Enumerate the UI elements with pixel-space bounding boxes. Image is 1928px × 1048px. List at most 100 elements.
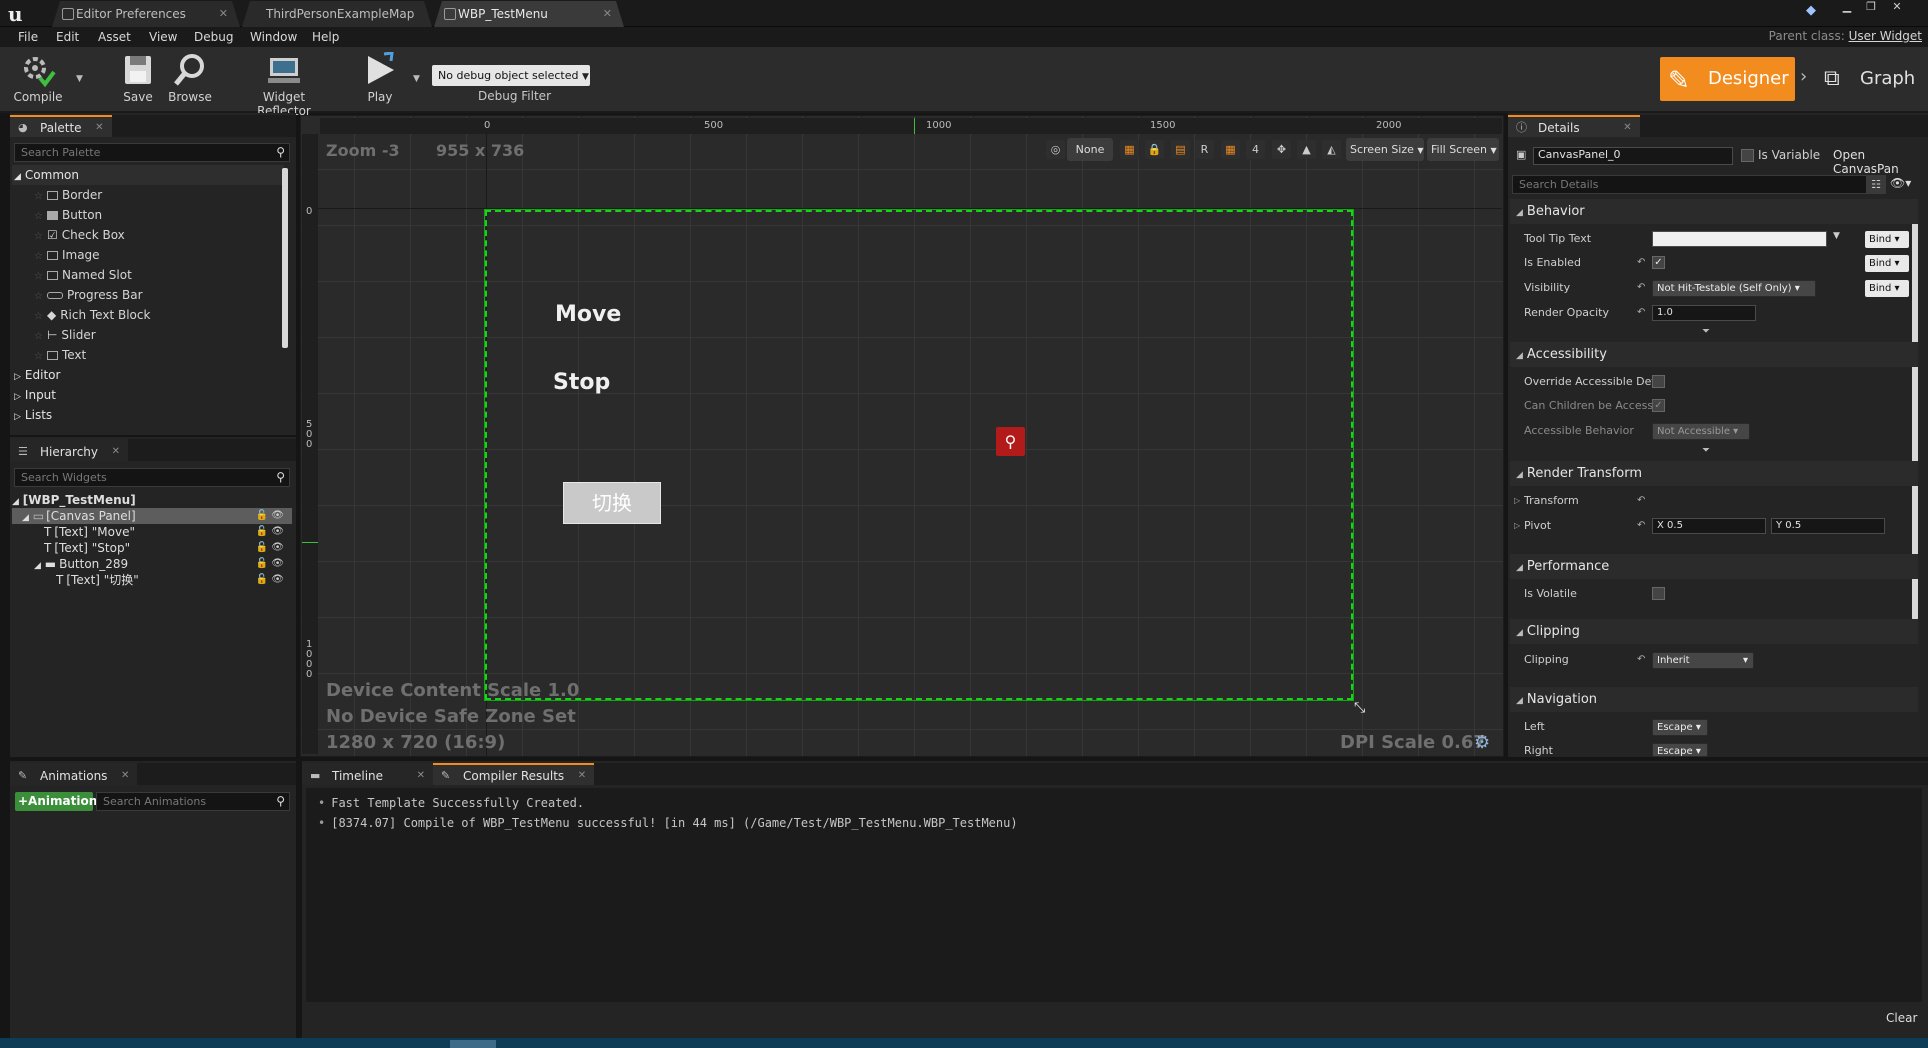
star-icon[interactable]: ☆ <box>34 271 43 282</box>
pivot-y-input[interactable]: Y 0.5 <box>1771 518 1885 534</box>
browse-button[interactable]: Browse <box>160 50 220 108</box>
star-icon[interactable]: ☆ <box>34 291 43 302</box>
maximize-button[interactable]: ❐ <box>1860 0 1882 14</box>
is-volatile-checkbox[interactable] <box>1652 587 1665 600</box>
clear-log-button[interactable]: Clear <box>1886 1011 1917 1025</box>
palette-item-rich-text[interactable]: ☆ ◆ Rich Text Block <box>34 305 150 325</box>
property-matrix-icon[interactable]: ☷ <box>1866 175 1886 194</box>
snap-icon[interactable]: ▦ <box>1120 140 1139 159</box>
taskbar-item[interactable] <box>450 1040 496 1048</box>
visibility-bind-button[interactable]: Bind ▾ <box>1865 280 1909 297</box>
nav-right-dropdown[interactable]: Escape ▾ <box>1652 743 1708 757</box>
close-window-button[interactable]: ✕ <box>1886 0 1908 14</box>
palette-item-checkbox[interactable]: ☆ ☑ Check Box <box>34 225 125 245</box>
layout-icon[interactable]: ▤ <box>1171 140 1190 159</box>
is-enabled-checkbox[interactable]: ✓ <box>1652 256 1665 269</box>
section-accessibility[interactable]: ◢ Accessibility <box>1510 342 1918 367</box>
fill-screen-dropdown[interactable]: Fill Screen ▼ <box>1427 138 1499 161</box>
close-icon[interactable]: ✕ <box>219 1 228 27</box>
palette-category-common[interactable]: ◢ Common <box>12 165 284 185</box>
tool-tip-bind-button[interactable]: Bind ▾ <box>1865 231 1909 248</box>
save-button[interactable]: Save <box>108 50 168 108</box>
expand-advanced-icon[interactable]: ⏷ <box>1702 326 1710 337</box>
palette-scrollbar[interactable] <box>282 168 288 348</box>
tab-animations[interactable]: ✎ Animations ✕ <box>10 763 138 787</box>
star-icon[interactable]: ☆ <box>34 331 43 342</box>
menu-file[interactable]: File <box>18 27 38 47</box>
menu-window[interactable]: Window <box>250 27 297 47</box>
play-options-dropdown[interactable]: ▼ <box>413 74 420 84</box>
palette-item-border[interactable]: ☆ Border <box>34 185 102 205</box>
dpi-settings-gear-icon[interactable]: ⚙ <box>1474 732 1490 753</box>
nav-left-dropdown[interactable]: Escape ▾ <box>1652 719 1708 736</box>
palette-item-button[interactable]: ☆ Button <box>34 205 102 225</box>
is-variable-checkbox[interactable] <box>1741 149 1754 162</box>
section-performance[interactable]: ◢ Performance <box>1510 554 1918 579</box>
notification-icon[interactable]: ◆ <box>1806 3 1816 18</box>
screen-size-dropdown[interactable]: Screen Size ▼ <box>1346 138 1424 161</box>
star-icon[interactable]: ☆ <box>34 231 43 242</box>
image-preview-icon[interactable]: ▲ <box>1297 140 1316 159</box>
debug-object-select[interactable]: No debug object selected ▼ <box>432 65 590 86</box>
pivot-x-input[interactable]: X 0.5 <box>1652 518 1766 534</box>
section-behavior[interactable]: ◢ Behavior <box>1510 199 1918 224</box>
render-opacity-input[interactable]: 1.0 <box>1652 305 1756 321</box>
palette-item-text[interactable]: ☆ Text <box>34 345 86 365</box>
hierarchy-row-canvas-panel[interactable]: ◢ ▭ [Canvas Panel] 🔓 👁 <box>12 508 292 524</box>
menu-help[interactable]: Help <box>312 27 339 47</box>
tab-hierarchy[interactable]: ☰ Hierarchy ✕ <box>10 439 129 463</box>
star-icon[interactable]: ☆ <box>34 351 43 362</box>
hierarchy-row-text-stop[interactable]: T [Text] "Stop" 🔓 👁 <box>12 540 292 556</box>
reset-icon[interactable]: ↶ <box>1637 520 1645 531</box>
reset-icon[interactable]: ↶ <box>1637 654 1645 665</box>
row-transform[interactable]: ▷ Transform <box>1510 489 1918 513</box>
clipping-dropdown[interactable]: Inherit ▾ <box>1652 652 1754 669</box>
menu-view[interactable]: View <box>149 27 177 47</box>
tab-compiler-results[interactable]: ✎ Compiler Results ✕ <box>433 763 595 785</box>
palette-item-named-slot[interactable]: ☆ Named Slot <box>34 265 132 285</box>
tab-details[interactable]: ⓘ Details ✕ <box>1508 115 1640 137</box>
hierarchy-row-root[interactable]: ◢ [WBP_TestMenu] <box>12 492 292 508</box>
grid-snap-icon[interactable]: ▦ <box>1221 140 1240 159</box>
parent-class-link[interactable]: User Widget <box>1849 29 1922 43</box>
transform-icon[interactable]: ✥ <box>1272 140 1291 159</box>
lock-visibility-icons[interactable]: 🔓 👁 <box>256 556 284 572</box>
globe-icon[interactable]: ◎ <box>1046 140 1065 159</box>
close-icon[interactable]: ✕ <box>95 117 103 139</box>
hierarchy-row-text-move[interactable]: T [Text] "Move" 🔓 👁 <box>12 524 292 540</box>
minimize-button[interactable]: ▁ <box>1836 0 1858 14</box>
visibility-dropdown[interactable]: Not Hit-Testable (Self Only) ▾ <box>1652 280 1816 297</box>
star-icon[interactable]: ☆ <box>34 311 43 322</box>
switch-button-widget[interactable]: 切换 <box>563 482 661 524</box>
reset-icon[interactable]: ↶ <box>1637 257 1645 268</box>
lock-visibility-icons[interactable]: 🔓 👁 <box>256 524 284 540</box>
hierarchy-row-button[interactable]: ◢ ▬ Button_289 🔓 👁 <box>12 556 292 572</box>
section-render-transform[interactable]: ◢ Render Transform <box>1510 461 1918 486</box>
menu-asset[interactable]: Asset <box>98 27 131 47</box>
reset-icon[interactable]: ↶ <box>1637 307 1645 318</box>
palette-item-progress-bar[interactable]: ☆ Progress Bar <box>34 285 143 305</box>
designer-mode-button[interactable]: ✎ Designer <box>1660 57 1795 101</box>
close-icon[interactable]: ✕ <box>121 765 129 787</box>
animations-search-input[interactable]: Search Animations ⚲ <box>96 792 290 811</box>
view-options-eye-icon[interactable]: 👁▾ <box>1890 176 1911 190</box>
star-icon[interactable]: ☆ <box>34 251 43 262</box>
compile-options-dropdown[interactable]: ▼ <box>76 74 83 84</box>
menu-debug[interactable]: Debug <box>194 27 233 47</box>
zoom-to-fit-icon[interactable]: ⚲ <box>996 427 1025 456</box>
canvas-panel-outline[interactable] <box>484 209 1354 701</box>
palette-category-lists[interactable]: ▷ Lists <box>12 405 284 425</box>
palette-search-input[interactable]: Search Palette ⚲ <box>14 143 290 162</box>
close-icon[interactable]: ✕ <box>112 441 120 463</box>
tool-tip-input[interactable] <box>1652 231 1827 247</box>
lock-visibility-icons[interactable]: 🔓 👁 <box>256 572 284 588</box>
chevron-down-icon[interactable]: ▼ <box>1833 231 1840 241</box>
hierarchy-row-text-switch[interactable]: T [Text] "切换" 🔓 👁 <box>12 572 292 588</box>
palette-category-input[interactable]: ▷ Input <box>12 385 284 405</box>
hierarchy-search-input[interactable]: Search Widgets ⚲ <box>14 468 290 487</box>
resize-handle-icon[interactable]: ⤡ <box>1354 700 1365 716</box>
menu-edit[interactable]: Edit <box>56 27 79 47</box>
close-icon[interactable]: ✕ <box>417 765 425 787</box>
star-icon[interactable]: ☆ <box>34 211 43 222</box>
add-animation-button[interactable]: +Animation <box>15 792 97 811</box>
